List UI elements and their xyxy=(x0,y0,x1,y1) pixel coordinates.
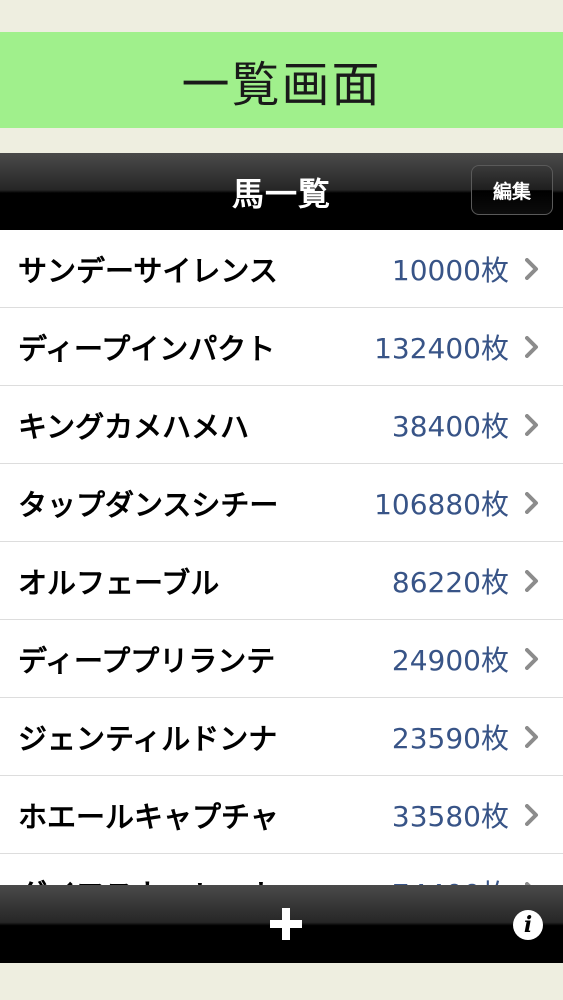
chevron-right-icon xyxy=(521,335,543,358)
list-item-value: 33580枚 xyxy=(391,799,509,833)
chevron-right-icon xyxy=(521,569,543,592)
list-item[interactable]: ディープインパクト 132400枚 xyxy=(0,308,563,386)
list-item-name: ダイワスカーレット xyxy=(18,872,279,886)
list-item-name: タップダンスシチー xyxy=(18,487,279,522)
nav-title: 馬一覧 xyxy=(231,174,331,213)
chevron-right-icon xyxy=(521,257,543,280)
list-item[interactable]: キングカメハメハ 38400枚 xyxy=(0,386,563,464)
info-icon: i xyxy=(523,912,533,938)
info-button[interactable]: i xyxy=(513,910,543,940)
add-button[interactable] xyxy=(262,900,310,948)
chevron-right-icon xyxy=(521,413,543,436)
list-item-value: 86220枚 xyxy=(391,565,509,599)
list-item[interactable]: ジェンティルドンナ 23590枚 xyxy=(0,698,563,776)
list-item[interactable]: サンデーサイレンス 10000枚 xyxy=(0,230,563,308)
list-item[interactable]: タップダンスシチー 106880枚 xyxy=(0,464,563,542)
list-item[interactable]: ホエールキャプチャ 33580枚 xyxy=(0,776,563,854)
list-item-value: 106880枚 xyxy=(374,487,509,521)
list-item-name: オルフェーブル xyxy=(18,565,220,600)
bottom-toolbar: i xyxy=(0,885,563,963)
list-item-value: 74400枚 xyxy=(392,873,509,886)
list-item-value: 132400枚 xyxy=(374,331,509,365)
list-item-name: ディーププリランテ xyxy=(18,643,276,678)
chevron-right-icon xyxy=(521,491,543,514)
list-item-name: サンデーサイレンス xyxy=(18,253,278,288)
plus-icon xyxy=(270,908,302,940)
list-item-value: 10000枚 xyxy=(391,253,509,287)
navigation-bar: 馬一覧 編集 xyxy=(0,153,563,230)
list-item-name: ジェンティルドンナ xyxy=(18,721,278,756)
list-item[interactable]: オルフェーブル 86220枚 xyxy=(0,542,563,620)
list-item[interactable]: ディーププリランテ 24900枚 xyxy=(0,620,563,698)
chevron-right-icon xyxy=(521,803,543,826)
edit-button[interactable]: 編集 xyxy=(471,165,553,215)
page-banner: 一覧画面 xyxy=(0,32,563,128)
phone-screen: 馬一覧 編集 サンデーサイレンス 10000枚 ディープインパクト 132400… xyxy=(0,153,563,963)
list-item-name: キングカメハメハ xyxy=(18,409,250,444)
list-item-name: ディープインパクト xyxy=(18,331,276,366)
chevron-right-icon xyxy=(521,647,543,670)
horse-list[interactable]: サンデーサイレンス 10000枚 ディープインパクト 132400枚 キングカメ… xyxy=(0,230,563,885)
edit-button-label: 編集 xyxy=(492,180,531,203)
list-item-value: 24900枚 xyxy=(391,643,509,677)
list-item[interactable]: ダイワスカーレット 74400枚 xyxy=(0,854,563,885)
list-item-value: 23590枚 xyxy=(391,721,509,755)
list-item-value: 38400枚 xyxy=(391,409,509,443)
chevron-right-icon xyxy=(521,725,543,748)
list-item-name: ホエールキャプチャ xyxy=(18,799,279,834)
banner-title: 一覧画面 xyxy=(181,57,382,113)
